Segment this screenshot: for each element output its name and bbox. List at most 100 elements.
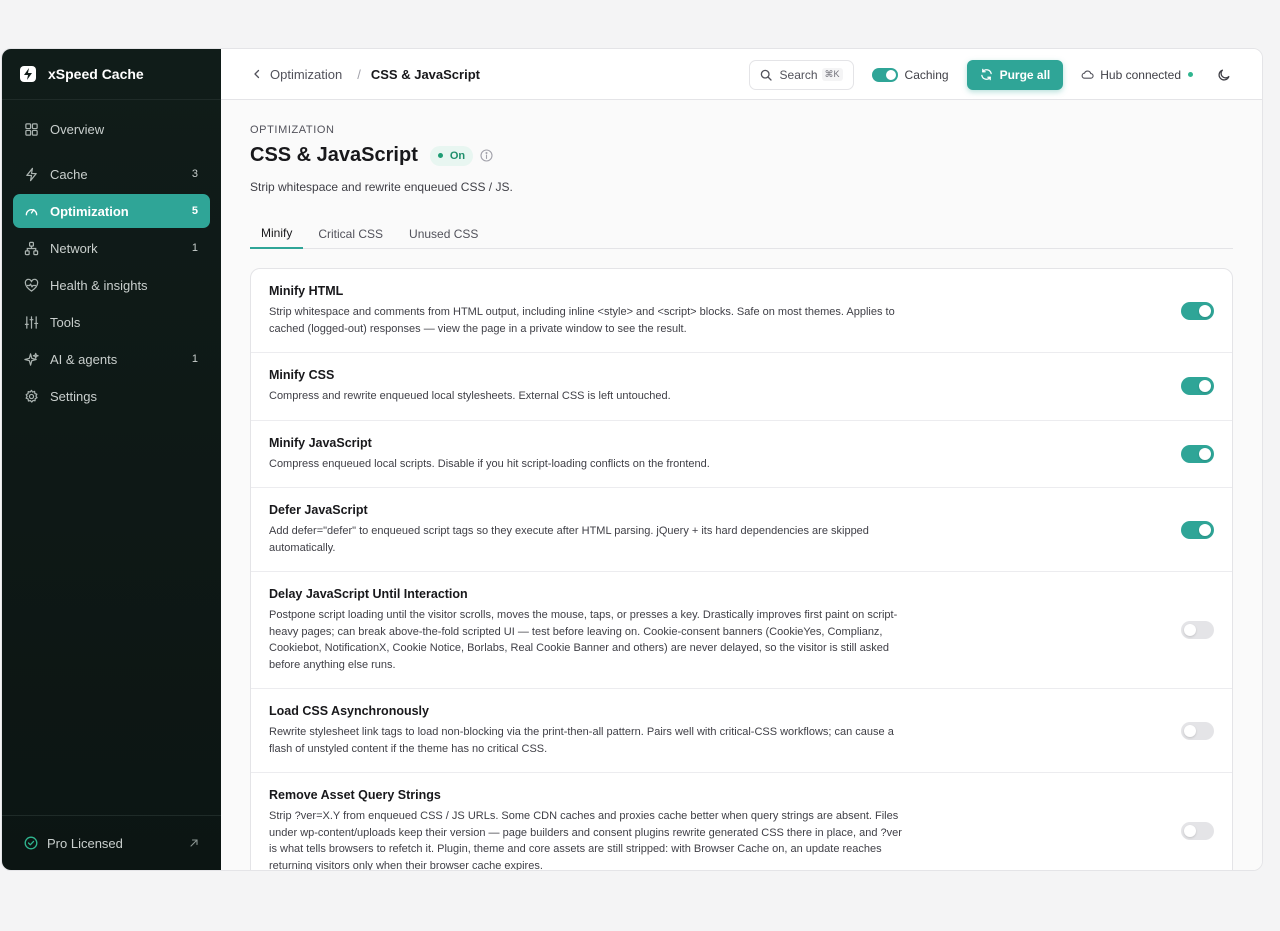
setting-description: Add defer="defer" to enqueued script tag… <box>269 525 869 554</box>
caching-toggle[interactable]: Caching <box>871 67 949 82</box>
setting-title: Remove Asset Query Strings <box>269 788 441 802</box>
gear-icon <box>24 389 39 404</box>
minify-html-toggle[interactable] <box>1181 301 1214 320</box>
status-dot <box>437 153 443 158</box>
setting-row-load-css-async: Load CSS Asynchronously Rewrite styleshe… <box>251 689 1232 773</box>
search-shortcut: ⌘K <box>821 68 843 81</box>
sidebar-item-health-insights[interactable]: Health & insights <box>13 268 210 302</box>
topbar-actions: Search ⌘K Caching Purge all Hub connecte… <box>748 49 1262 100</box>
sidebar-item-label: Tools <box>50 314 81 330</box>
topbar: Optimization / CSS & JavaScript Search ⌘… <box>221 49 1262 100</box>
sidebar-item-label: Overview <box>50 121 105 137</box>
hub-label: Hub connected <box>1100 67 1181 82</box>
settings-card: Minify HTML Strip whitespace and comment… <box>250 268 1233 870</box>
sidebar-item-count: 5 <box>191 205 198 217</box>
setting-title: Minify JavaScript <box>269 435 372 450</box>
title-row: CSS & JavaScript On <box>250 144 1233 167</box>
defer-javascript-toggle[interactable] <box>1181 520 1214 539</box>
setting-description: Strip whitespace and comments from HTML … <box>269 306 895 335</box>
sidebar-item-label: Settings <box>50 388 97 404</box>
setting-row-remove-query-strings: Remove Asset Query Strings Strip ?ver=X.… <box>251 773 1232 870</box>
license-label: Pro Licensed <box>47 835 123 851</box>
moon-icon[interactable] <box>1217 68 1231 82</box>
breadcrumb-separator: / <box>357 66 361 82</box>
caching-label: Caching <box>904 67 949 82</box>
remove-query-strings-toggle[interactable] <box>1181 822 1214 840</box>
sidebar-item-label: Optimization <box>50 203 129 219</box>
hub-status[interactable]: Hub connected <box>1081 68 1193 82</box>
sidebar-item-network[interactable]: Network 1 <box>13 231 210 265</box>
brand-logo-icon <box>19 65 37 83</box>
page-title: CSS & JavaScript <box>250 144 418 166</box>
bolt-icon <box>24 167 39 182</box>
breadcrumb-parent[interactable]: Optimization <box>270 67 342 82</box>
sliders-icon <box>24 315 39 330</box>
grid-icon <box>24 122 39 137</box>
setting-title: Defer JavaScript <box>269 503 368 517</box>
minify-javascript-toggle[interactable] <box>1181 444 1214 463</box>
load-css-async-toggle[interactable] <box>1181 721 1214 740</box>
sparkles-icon <box>24 352 39 367</box>
brand[interactable]: xSpeed Cache <box>2 49 221 100</box>
network-icon <box>24 241 39 256</box>
minify-css-toggle[interactable] <box>1181 377 1214 396</box>
purge-all-label: Purge all <box>999 67 1051 82</box>
sidebar-item-ai-agents[interactable]: AI & agents 1 <box>13 342 210 376</box>
sidebar-item-label: Cache <box>50 166 88 182</box>
sidebar-item-label: Network <box>50 240 98 256</box>
section-label: OPTIMIZATION <box>250 124 335 136</box>
sidebar-item-tools[interactable]: Tools <box>13 305 210 339</box>
sidebar-item-count: 1 <box>191 353 198 365</box>
sidebar-item-optimization[interactable]: Optimization 5 <box>13 194 210 228</box>
main-area: Optimization / CSS & JavaScript Search ⌘… <box>221 49 1262 870</box>
tab-minify[interactable]: Minify <box>250 218 304 249</box>
setting-title: Delay JavaScript Until Interaction <box>269 587 468 601</box>
setting-row-minify-html: Minify HTML Strip whitespace and comment… <box>251 269 1232 353</box>
hub-status-dot <box>1188 72 1193 77</box>
cloud-icon <box>1081 68 1094 81</box>
delay-javascript-toggle[interactable] <box>1181 621 1214 639</box>
status-badge: On <box>429 145 474 166</box>
setting-row-minify-css: Minify CSS Compress and rewrite enqueued… <box>251 353 1232 421</box>
setting-description: Compress enqueued local scripts. Disable… <box>269 457 710 470</box>
sidebar-item-overview[interactable]: Overview <box>13 112 210 146</box>
sidebar-nav: Overview Cache 3 Optimization 5 Network … <box>2 100 221 413</box>
search-button[interactable]: Search ⌘K <box>748 59 854 90</box>
page-description: Strip whitespace and rewrite enqueued CS… <box>250 180 513 194</box>
tab-unused-css[interactable]: Unused CSS <box>398 218 489 249</box>
heart-pulse-icon <box>24 278 39 293</box>
setting-title: Load CSS Asynchronously <box>269 704 429 718</box>
setting-description: Rewrite stylesheet link tags to load non… <box>269 726 894 755</box>
sidebar-item-count: 1 <box>191 242 198 254</box>
tab-critical-css[interactable]: Critical CSS <box>307 218 394 249</box>
search-icon <box>760 69 772 81</box>
sidebar-item-label: Health & insights <box>50 277 148 293</box>
setting-title: Minify CSS <box>269 368 335 382</box>
breadcrumb: Optimization / CSS & JavaScript <box>252 67 480 82</box>
setting-row-delay-javascript: Delay JavaScript Until Interaction Postp… <box>251 572 1232 689</box>
sidebar-item-cache[interactable]: Cache 3 <box>13 157 210 191</box>
app-window: xSpeed Cache Overview Cache 3 Optimizati… <box>1 48 1263 871</box>
tab-bar: Minify Critical CSS Unused CSS <box>250 218 1233 249</box>
search-label: Search <box>779 67 818 82</box>
sidebar-item-label: AI & agents <box>50 351 118 367</box>
sidebar-item-count: 3 <box>191 168 198 180</box>
purge-all-button[interactable]: Purge all <box>966 59 1064 90</box>
caching-switch[interactable] <box>871 67 898 82</box>
external-link-icon <box>189 838 199 848</box>
info-icon[interactable] <box>480 149 493 162</box>
check-circle-icon <box>24 836 38 850</box>
setting-row-defer-javascript: Defer JavaScript Add defer="defer" to en… <box>251 488 1232 572</box>
breadcrumb-current: CSS & JavaScript <box>370 66 480 82</box>
page-content: OPTIMIZATION CSS & JavaScript On Strip w… <box>221 100 1262 870</box>
setting-description: Strip ?ver=X.Y from enqueued CSS / JS UR… <box>269 810 902 870</box>
brand-name: xSpeed Cache <box>48 66 144 82</box>
setting-row-minify-javascript: Minify JavaScript Compress enqueued loca… <box>251 421 1232 488</box>
license-status[interactable]: Pro Licensed <box>2 815 221 870</box>
setting-description: Postpone script loading until the visito… <box>269 609 898 671</box>
chevron-left-icon[interactable] <box>252 69 262 79</box>
setting-description: Compress and rewrite enqueued local styl… <box>269 390 671 402</box>
status-label: On <box>449 149 466 162</box>
setting-title: Minify HTML <box>269 284 344 298</box>
sidebar-item-settings[interactable]: Settings <box>13 379 210 413</box>
